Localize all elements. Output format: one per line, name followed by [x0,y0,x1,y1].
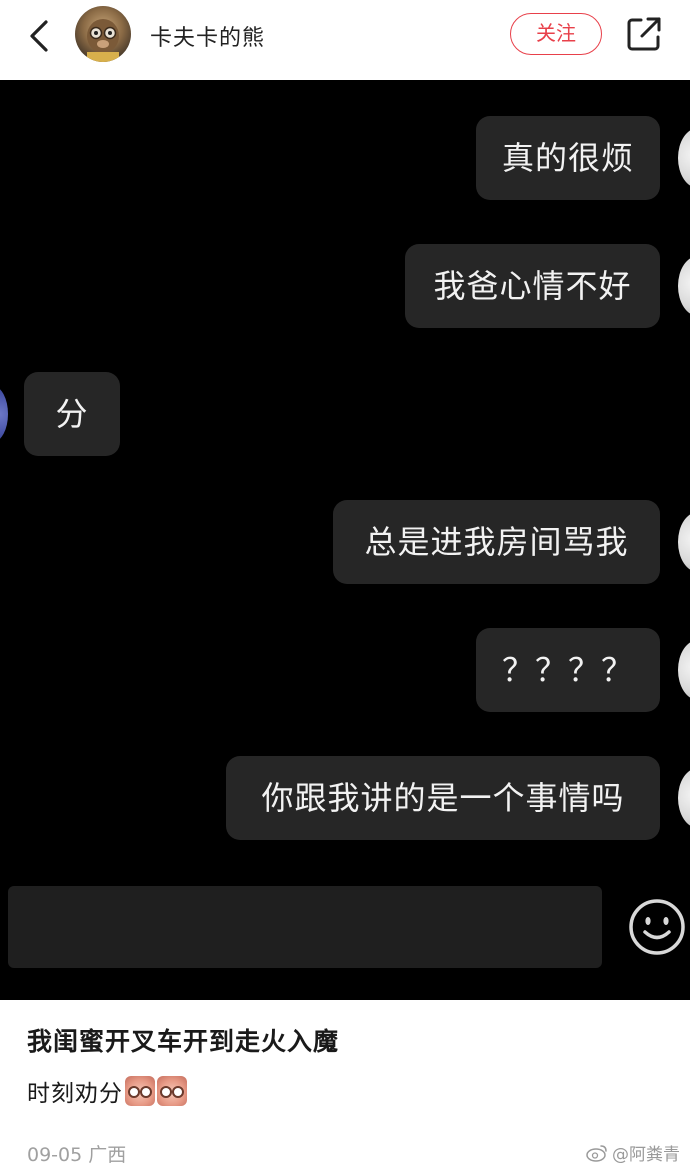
avatar [678,256,690,316]
face-sticker-icon [157,1076,187,1106]
follow-button[interactable]: 关注 [510,13,602,55]
chat-screenshot: 真的很烦 我爸心情不好 分 总是进我房间骂我 ？？？？ 你跟我讲的是一个事情吗 [0,80,690,1000]
smiley-icon [629,899,685,955]
weibo-icon [586,1144,607,1162]
chevron-left-icon [30,20,48,52]
share-button[interactable] [624,14,664,54]
bear-avatar-illustration [87,19,119,62]
avatar [678,128,690,188]
message-bubble: 你跟我讲的是一个事情吗 [226,756,660,840]
emoji-button [628,898,686,956]
watermark: @阿粪青 [586,1140,680,1165]
watermark-text: @阿粪青 [612,1145,680,1165]
share-icon [627,17,661,51]
username[interactable]: 卡夫卡的熊 [150,20,265,52]
post-location: 广西 [88,1144,127,1166]
message-bubble: 分 [24,372,120,456]
post-date: 09-05 [27,1144,83,1166]
back-button[interactable] [22,16,58,56]
avatar [678,768,690,828]
message-bubble: 总是进我房间骂我 [333,500,660,584]
avatar [678,640,690,700]
message-bubble: 我爸心情不好 [405,244,660,328]
avatar [678,512,690,572]
avatar[interactable] [75,6,131,62]
avatar [0,386,8,442]
post-body: 时刻劝分 [27,1074,187,1108]
post-meta: 09-05 广西 [27,1140,126,1167]
message-bubble: 真的很烦 [476,116,660,200]
face-sticker-icon [125,1076,155,1106]
top-bar: 卡夫卡的熊 关注 [0,0,690,80]
message-input [8,886,602,968]
message-bubble: ？？？？ [476,628,660,712]
post-title: 我闺蜜开叉车开到走火入魔 [27,1027,340,1056]
post-body-text: 时刻劝分 [27,1081,123,1107]
